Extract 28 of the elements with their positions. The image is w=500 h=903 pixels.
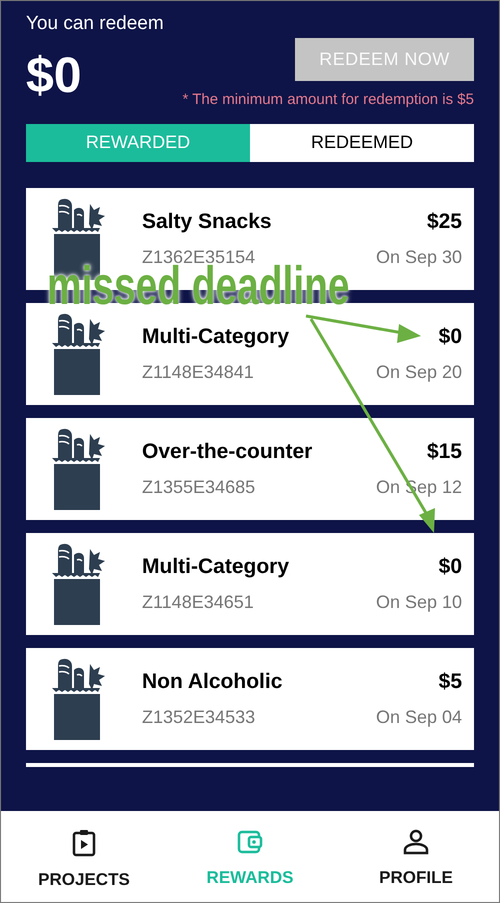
reward-amount: $0: [438, 554, 462, 578]
person-icon: [403, 829, 429, 855]
reward-amount: $0: [438, 324, 462, 348]
reward-card[interactable]: Multi-Category Z1148E34651 $0 On Sep 10: [26, 532, 474, 634]
reward-code: Z1148E34651: [142, 590, 255, 612]
reward-date: On Sep 20: [376, 360, 462, 382]
clipboard-play-icon: [72, 829, 96, 857]
reward-code: Z1355E34685: [142, 476, 256, 498]
reward-code: Z1352E34533: [142, 706, 256, 728]
reward-title: Salty Snacks: [142, 210, 273, 234]
reward-title: Non Alcoholic: [142, 670, 284, 694]
reward-title: Multi-Category: [142, 324, 290, 348]
reward-title: Over-the-counter: [142, 440, 314, 464]
redeem-amount: $0: [26, 47, 83, 103]
reward-date: On Sep 10: [376, 590, 462, 612]
reward-title: Multi-Category: [142, 554, 290, 578]
nav-tab[interactable]: PROFILE: [333, 811, 499, 902]
reward-amount: $5: [438, 670, 462, 694]
reward-code: Z1148E34841: [142, 360, 255, 382]
reward-amount: $15: [426, 440, 462, 464]
minimum-amount-note: * The minimum amount for redemption is $5: [182, 90, 474, 110]
redeem-label: You can redeem: [26, 13, 164, 35]
reward-amount: $25: [426, 210, 462, 234]
wallet-icon: [237, 829, 263, 855]
reward-date: On Sep 04: [376, 706, 462, 728]
reward-date: On Sep 30: [376, 246, 462, 268]
nav-tab[interactable]: PROJECTS: [1, 811, 167, 902]
reward-card[interactable]: Non Alcoholic Z1352E34533 $5 On Sep 04: [26, 648, 474, 750]
